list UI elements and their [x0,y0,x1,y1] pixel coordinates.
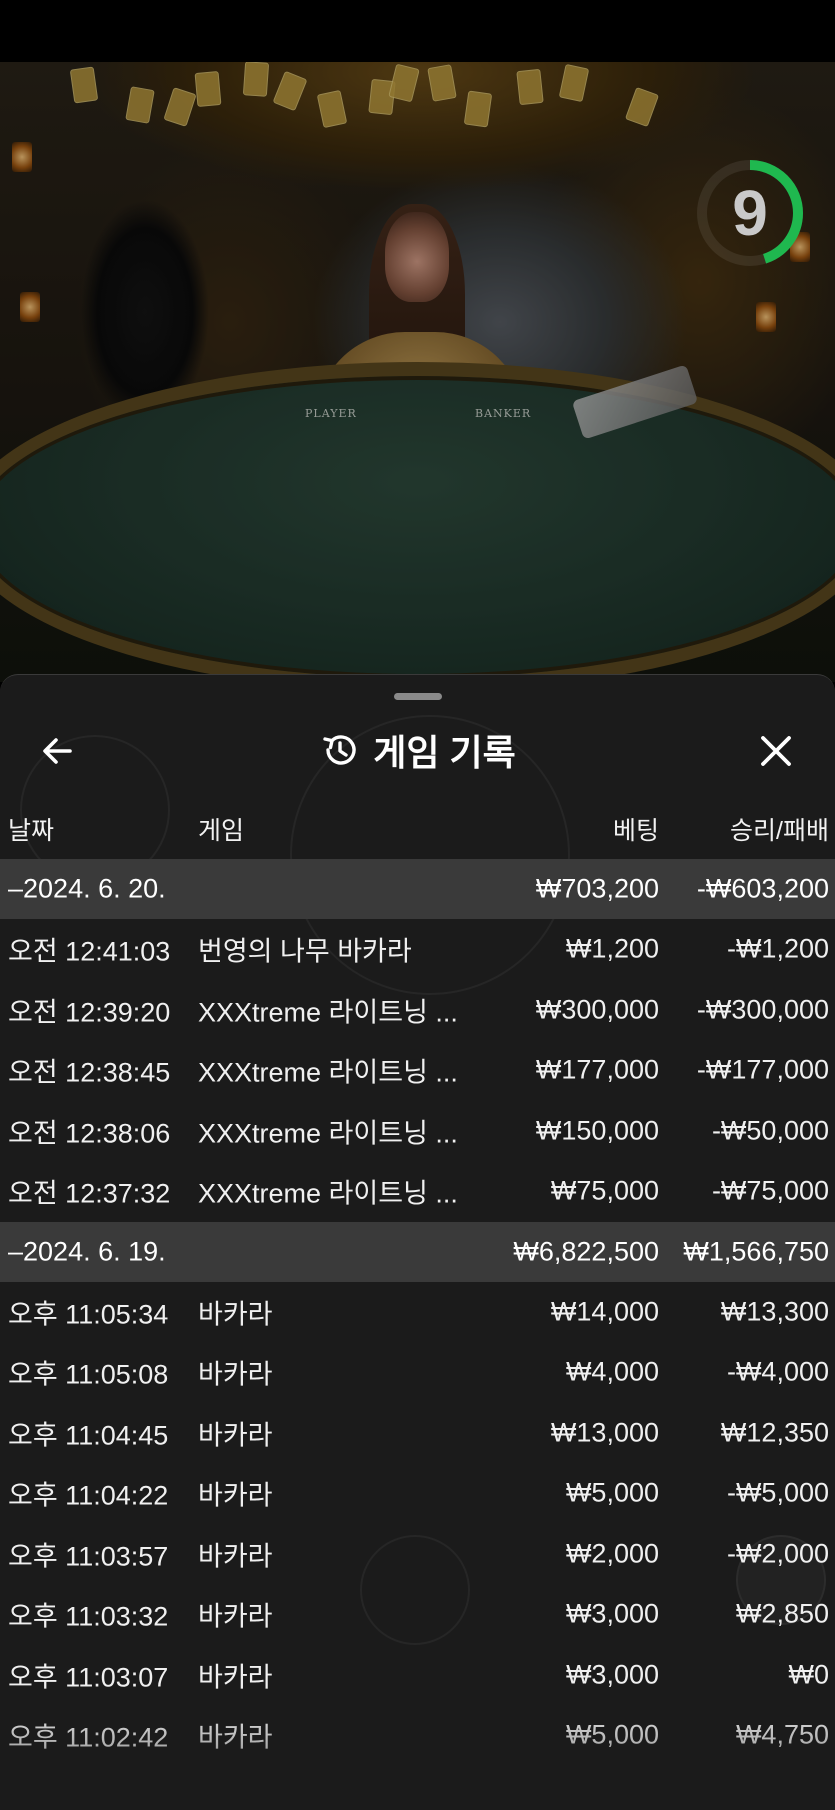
video-dim-overlay [0,62,835,682]
table-row[interactable]: 오전 12:41:03 번영의 나무 바카라 ₩1,200 -₩1,200 [0,919,835,980]
row-game: 바카라 [198,1420,273,1451]
status-bar [0,0,835,62]
table-row[interactable]: 오후 11:03:07 바카라 ₩3,000 ₩0 [0,1645,835,1706]
row-bet: ₩300,000 [535,994,659,1025]
row-win-loss: ₩4,750 [735,1719,829,1750]
row-win-loss: -₩2,000 [726,1538,829,1569]
row-win-loss: ₩2,850 [735,1598,829,1629]
row-bet: ₩4,000 [565,1356,659,1387]
table-row[interactable]: 오후 11:04:45 바카라 ₩13,000 ₩12,350 [0,1403,835,1464]
row-bet: ₩13,000 [550,1417,659,1448]
drag-handle[interactable] [394,693,442,700]
live-video-stream: PLAYER BANKER 9 [0,62,835,682]
row-bet: ₩5,000 [565,1477,659,1508]
countdown-number: 9 [732,177,768,249]
row-time: 오후 11:03:32 [8,1601,169,1632]
table-row[interactable]: 오전 12:38:06 XXXtreme 라이트닝 ... ₩150,000 -… [0,1101,835,1162]
row-bet: ₩3,000 [565,1659,659,1690]
row-game: 바카라 [198,1359,273,1390]
row-time: 오전 12:38:06 [8,1118,171,1149]
row-bet: ₩3,000 [565,1598,659,1629]
row-game: XXXtreme 라이트닝 ... [198,1178,458,1209]
row-win-loss: -₩50,000 [711,1115,829,1146]
group-win-total: ₩1,566,750 [683,1236,829,1266]
date-group-row[interactable]: –2024. 6. 19. ₩6,822,500 ₩1,566,750 [0,1221,835,1282]
history-clock-icon [323,735,356,765]
table-row[interactable]: 오후 11:04:22 바카라 ₩5,000 -₩5,000 [0,1463,835,1524]
page-title: 게임 기록 [373,732,516,773]
table-row[interactable]: 오후 11:02:42 바카라 ₩5,000 ₩4,750 [0,1705,835,1766]
row-bet: ₩5,000 [565,1719,659,1750]
row-time: 오후 11:04:45 [8,1420,169,1451]
close-button[interactable] [754,729,798,773]
row-win-loss: -₩1,200 [726,933,829,964]
row-game: XXXtreme 라이트닝 ... [198,1118,458,1149]
close-icon [761,736,791,766]
row-time: 오전 12:39:20 [8,997,171,1028]
row-game: 바카라 [198,1480,273,1511]
row-time: 오전 12:41:03 [8,936,171,967]
column-header-date[interactable]: 날짜 [8,811,54,847]
column-header-game[interactable]: 게임 [198,811,244,847]
row-game: 바카라 [198,1299,273,1330]
row-win-loss: ₩13,300 [720,1296,829,1327]
group-bet-total: ₩703,200 [535,873,659,904]
row-bet: ₩1,200 [565,933,659,964]
table-row[interactable]: 오전 12:37:32 XXXtreme 라이트닝 ... ₩75,000 -₩… [0,1161,835,1222]
table-row[interactable]: 오후 11:03:32 바카라 ₩3,000 ₩2,850 [0,1584,835,1645]
table-row[interactable]: 오후 11:05:08 바카라 ₩4,000 -₩4,000 [0,1342,835,1403]
row-win-loss: -₩75,000 [711,1175,829,1206]
row-game: 바카라 [198,1662,273,1693]
row-bet: ₩14,000 [550,1296,659,1327]
row-bet: ₩150,000 [535,1115,659,1146]
row-game: XXXtreme 라이트닝 ... [198,997,458,1028]
table-row[interactable]: 오후 11:05:34 바카라 ₩14,000 ₩13,300 [0,1282,835,1343]
group-date: –2024. 6. 20. [8,873,166,904]
row-win-loss: -₩177,000 [696,1054,829,1085]
row-win-loss: ₩12,350 [720,1417,829,1448]
row-game: XXXtreme 라이트닝 ... [198,1057,458,1088]
row-time: 오후 11:05:34 [8,1299,169,1330]
row-bet: ₩2,000 [565,1538,659,1569]
row-game: 번영의 나무 바카라 [198,936,412,967]
group-win-total: -₩603,200 [696,873,829,904]
column-header-win-loss[interactable]: 승리/패배 [730,811,829,847]
group-date: –2024. 6. 19. [8,1236,166,1266]
row-time: 오전 12:37:32 [8,1178,171,1209]
row-game: 바카라 [198,1541,273,1572]
date-group-row[interactable]: –2024. 6. 20. ₩703,200 -₩603,200 [0,859,835,919]
column-header-bet[interactable]: 베팅 [613,811,659,847]
row-game: 바카라 [198,1601,273,1632]
row-time: 오전 12:38:45 [8,1057,171,1088]
history-list: –2024. 6. 20. ₩703,200 -₩603,200 오전 12:4… [0,859,835,1766]
table-row[interactable]: 오후 11:03:57 바카라 ₩2,000 -₩2,000 [0,1524,835,1585]
table-header: 날짜 게임 베팅 승리/패배 [0,811,835,851]
group-bet-total: ₩6,822,500 [513,1236,659,1266]
panel-header: 게임 기록 [0,715,835,785]
row-win-loss: -₩4,000 [726,1356,829,1387]
row-time: 오후 11:04:22 [8,1480,169,1511]
table-row[interactable]: 오전 12:38:45 XXXtreme 라이트닝 ... ₩177,000 -… [0,1040,835,1101]
table-row[interactable]: 오전 12:39:20 XXXtreme 라이트닝 ... ₩300,000 -… [0,980,835,1041]
game-history-panel: 게임 기록 날짜 게임 베팅 승리/패배 –2024. 6. 20. ₩703,… [0,674,835,1810]
row-bet: ₩177,000 [535,1054,659,1085]
row-bet: ₩75,000 [550,1175,659,1206]
row-time: 오후 11:03:57 [8,1541,169,1572]
row-game: 바카라 [198,1722,273,1753]
panel-title-group: 게임 기록 [0,715,835,785]
row-time: 오후 11:03:07 [8,1662,169,1693]
row-win-loss: ₩0 [788,1659,830,1690]
row-time: 오후 11:02:42 [8,1722,169,1753]
row-win-loss: -₩5,000 [726,1477,829,1508]
row-time: 오후 11:05:08 [8,1359,169,1390]
row-win-loss: -₩300,000 [696,994,829,1025]
countdown-timer: 9 [694,157,806,269]
